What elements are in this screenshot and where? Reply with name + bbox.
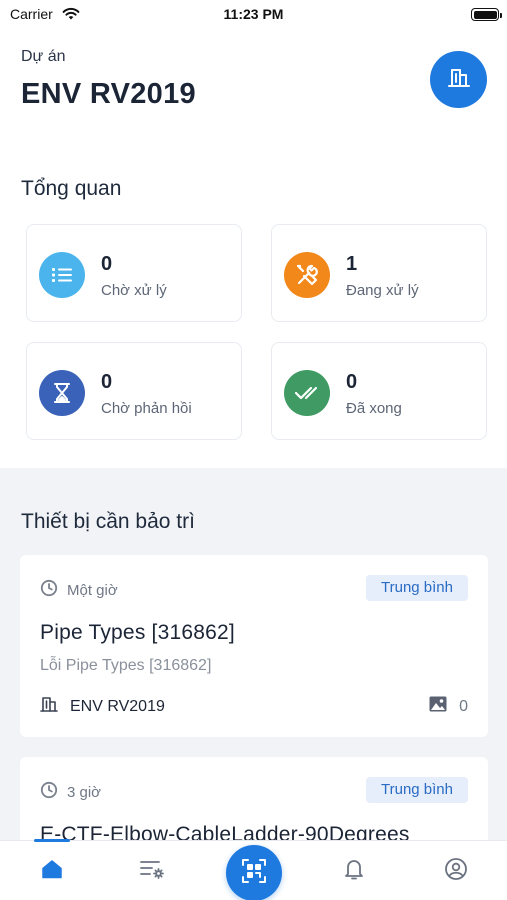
project-name[interactable]: ENV RV2019 xyxy=(21,78,196,111)
home-icon xyxy=(41,859,63,884)
active-tab-indicator xyxy=(34,839,70,842)
maintenance-card[interactable]: Một giờ Trung bình Pipe Types [316862] L… xyxy=(20,555,488,737)
clock: 11:23 PM xyxy=(223,6,284,22)
tab-qr-scan[interactable] xyxy=(226,845,282,900)
stat-card-pending[interactable]: 0 Chờ xử lý xyxy=(26,224,242,322)
project-switch-button[interactable] xyxy=(430,51,487,108)
tab-profile[interactable] xyxy=(442,857,470,885)
stat-value: 1 xyxy=(346,253,358,275)
list-icon xyxy=(39,252,85,298)
clock-icon xyxy=(40,781,58,803)
stat-card-done[interactable]: 0 Đã xong xyxy=(271,342,487,440)
stat-label: Đang xử lý xyxy=(346,282,419,299)
tab-home[interactable] xyxy=(38,857,66,885)
card-subtitle: Lỗi Pipe Types [316862] xyxy=(40,657,212,674)
card-image-count: 0 xyxy=(429,696,468,717)
maintenance-title: Thiết bị cần bảo trì xyxy=(21,510,195,533)
image-count: 0 xyxy=(459,697,468,715)
priority-badge: Trung bình xyxy=(366,575,468,601)
stat-label: Chờ phản hồi xyxy=(101,400,192,417)
qr-scan-icon xyxy=(241,858,267,889)
card-time-label: 3 giờ xyxy=(67,783,102,801)
stat-value: 0 xyxy=(101,371,113,393)
card-time: Một giờ xyxy=(40,579,118,601)
tab-filter-settings[interactable] xyxy=(138,857,166,885)
double-check-icon xyxy=(284,370,330,416)
stat-value: 0 xyxy=(101,253,113,275)
status-bar: Carrier 11:23 PM xyxy=(0,0,507,30)
stat-label: Đã xong xyxy=(346,400,402,417)
hourglass-icon xyxy=(39,370,85,416)
stat-value: 0 xyxy=(346,371,358,393)
tools-icon xyxy=(284,252,330,298)
bell-icon xyxy=(343,857,365,886)
overview-title: Tổng quan xyxy=(21,177,122,200)
tab-bar xyxy=(0,839,507,900)
project-label: Dự án xyxy=(21,48,66,65)
stat-label: Chờ xử lý xyxy=(101,282,167,299)
card-project-name: ENV RV2019 xyxy=(70,697,165,715)
battery-icon xyxy=(471,8,502,21)
stat-card-in-progress[interactable]: 1 Đang xử lý xyxy=(271,224,487,322)
card-title: Pipe Types [316862] xyxy=(40,621,235,644)
filter-settings-icon xyxy=(139,858,165,885)
clock-icon xyxy=(40,579,58,601)
tab-notifications[interactable] xyxy=(340,857,368,885)
user-profile-icon xyxy=(444,857,468,886)
stat-card-awaiting-feedback[interactable]: 0 Chờ phản hồi xyxy=(26,342,242,440)
card-time-label: Một giờ xyxy=(67,581,118,599)
priority-badge: Trung bình xyxy=(366,777,468,803)
image-icon xyxy=(429,696,447,717)
building-icon xyxy=(40,696,58,717)
card-project: ENV RV2019 xyxy=(40,696,165,717)
building-icon xyxy=(447,66,471,93)
card-time: 3 giờ xyxy=(40,781,101,803)
